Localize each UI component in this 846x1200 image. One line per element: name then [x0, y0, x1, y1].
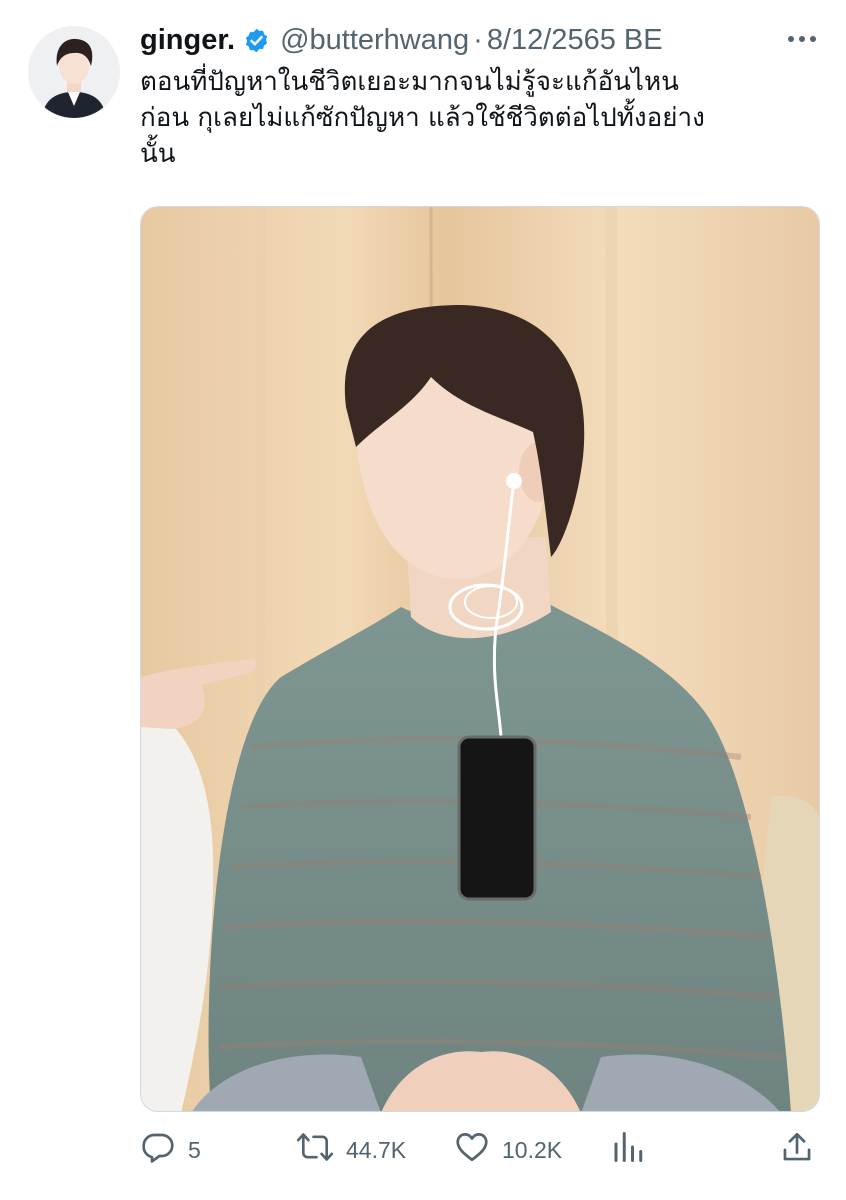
- tweet-actions: 5 44.7K 10.2K: [140, 1128, 830, 1172]
- analytics-icon: [612, 1129, 644, 1171]
- avatar[interactable]: [28, 26, 120, 118]
- more-options-icon[interactable]: [785, 24, 819, 54]
- reply-icon: [140, 1129, 176, 1171]
- tweet-photo[interactable]: [140, 206, 820, 1112]
- separator-dot: ·: [473, 23, 483, 56]
- like-count: 10.2K: [502, 1136, 563, 1163]
- retweet-count: 44.7K: [346, 1136, 407, 1163]
- tweet-header: ginger. @butterhwang · 8/12/2565 BE: [140, 18, 663, 62]
- display-name[interactable]: ginger.: [140, 24, 235, 57]
- reply-button[interactable]: 5: [140, 1128, 201, 1172]
- views-button[interactable]: [612, 1128, 644, 1172]
- retweet-button[interactable]: 44.7K: [296, 1128, 406, 1172]
- tweet-text: ตอนที่ปัญหาในชีวิตเยอะมากจนไม่รู้จะแก้อั…: [140, 67, 705, 169]
- reply-count: 5: [188, 1136, 201, 1163]
- tweet-date[interactable]: 8/12/2565 BE: [487, 24, 663, 57]
- share-icon: [780, 1129, 814, 1171]
- handle[interactable]: @butterhwang: [280, 24, 469, 57]
- heart-icon: [454, 1129, 490, 1171]
- share-button[interactable]: [780, 1128, 814, 1172]
- verified-badge-icon: [243, 27, 270, 54]
- like-button[interactable]: 10.2K: [454, 1128, 562, 1172]
- retweet-icon: [296, 1129, 334, 1171]
